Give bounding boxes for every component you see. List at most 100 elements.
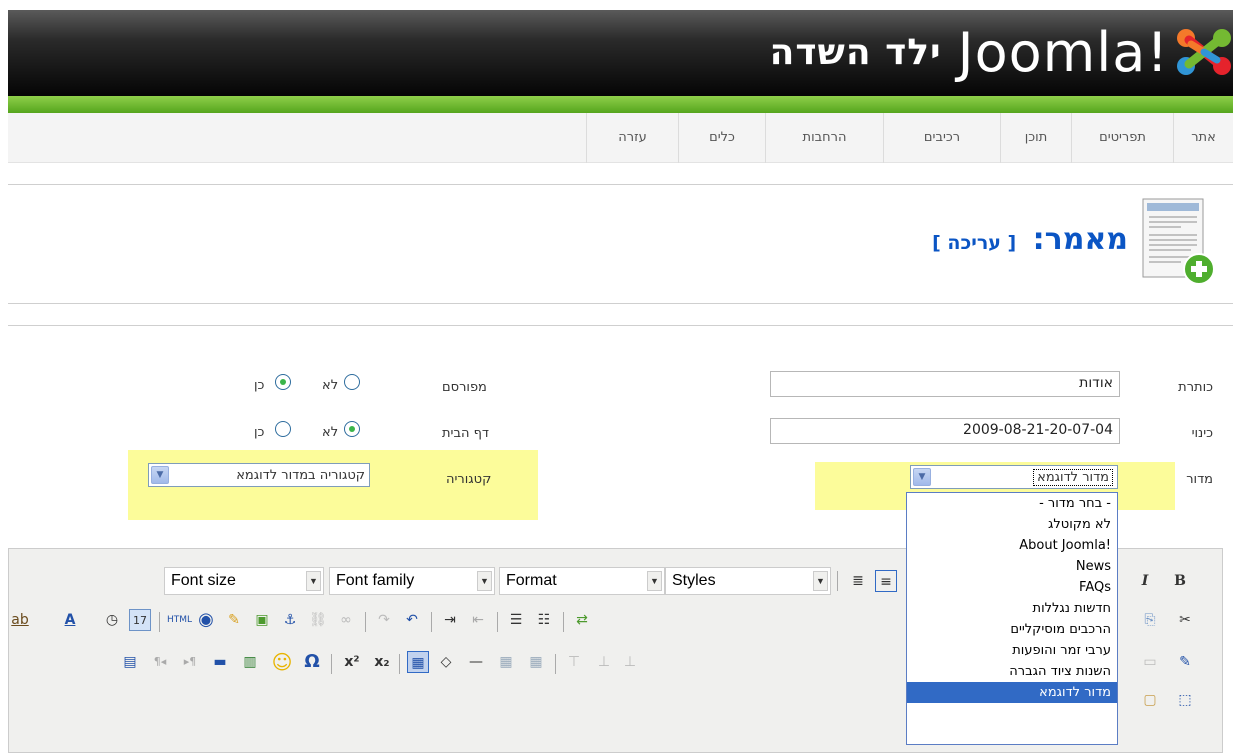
menu-item-content[interactable]: תוכן bbox=[1000, 113, 1071, 163]
category-select[interactable]: קטגוריה במדור לדוגמא ▼ bbox=[148, 463, 370, 487]
link-icon[interactable]: ∞ bbox=[335, 609, 357, 631]
chevron-down-icon[interactable]: ▼ bbox=[913, 468, 931, 486]
cut-icon[interactable]: ✂ bbox=[1174, 609, 1196, 631]
horizontal-rule-icon[interactable]: ▬ bbox=[209, 651, 231, 673]
edit-icon[interactable]: ✎ bbox=[1174, 651, 1196, 673]
font-color-icon[interactable]: A bbox=[59, 609, 81, 631]
indent-icon[interactable]: ⇥ bbox=[439, 609, 461, 631]
format-select[interactable]: Format ▼ bbox=[499, 567, 665, 595]
chevron-down-icon[interactable]: ▼ bbox=[306, 571, 321, 591]
pilcrow-ltr-icon[interactable]: ¶◂ bbox=[149, 651, 171, 673]
published-yes-radio[interactable] bbox=[275, 374, 291, 390]
page-title-text: מאמר: bbox=[1032, 222, 1128, 257]
calendar-icon[interactable]: 17 bbox=[129, 609, 151, 631]
row-props-icon[interactable]: ▦ bbox=[495, 651, 517, 673]
site-logo[interactable]: Joomla! ילד השדה bbox=[770, 16, 1233, 88]
subscript-icon[interactable]: x₂ bbox=[371, 651, 393, 673]
unlink-icon[interactable]: ⛓ bbox=[307, 609, 329, 631]
align-right-icon[interactable]: ≡ bbox=[875, 570, 897, 592]
toolbar-separator bbox=[365, 612, 366, 632]
pilcrow-rtl-icon[interactable]: ▸¶ bbox=[179, 651, 201, 673]
article-add-icon bbox=[1142, 198, 1215, 285]
clock-icon[interactable]: ◷ bbox=[101, 609, 123, 631]
insert-col-icon[interactable]: ⊥ bbox=[593, 651, 615, 673]
frontpage-no-radio[interactable] bbox=[344, 421, 360, 437]
line-icon[interactable]: — bbox=[465, 651, 487, 673]
alias-label: כינוי bbox=[1191, 426, 1213, 441]
section-label: מדור bbox=[1186, 472, 1213, 487]
chevron-down-icon[interactable]: ▼ bbox=[647, 571, 662, 591]
layer-icon[interactable]: ▢ bbox=[1139, 689, 1161, 711]
section-option-selected[interactable]: מדור לדוגמא bbox=[907, 682, 1117, 703]
menu-item-tools[interactable]: כלים bbox=[678, 113, 765, 163]
section-select[interactable]: מדור לדוגמא ▼ bbox=[910, 465, 1118, 489]
highlight-color-icon[interactable]: ab bbox=[9, 609, 31, 631]
menu-item-components[interactable]: רכיבים bbox=[883, 113, 1000, 163]
menu-item-menus[interactable]: תפריטים bbox=[1071, 113, 1173, 163]
italic-icon[interactable]: I bbox=[1134, 570, 1156, 592]
cleanup-icon[interactable]: ✎ bbox=[223, 609, 245, 631]
image-icon[interactable]: ▣ bbox=[251, 609, 273, 631]
merge-cells-icon[interactable]: ▭ bbox=[1139, 651, 1161, 673]
section-option[interactable]: About Joomla! bbox=[907, 535, 1117, 556]
html-source-icon[interactable]: HTML bbox=[167, 609, 192, 631]
replace-icon[interactable]: ⇄ bbox=[571, 609, 593, 631]
font-size-select[interactable]: Font size ▼ bbox=[164, 567, 324, 595]
unordered-list-icon[interactable]: ☷ bbox=[533, 609, 555, 631]
section-option[interactable]: FAQs bbox=[907, 577, 1117, 598]
joomla-wordmark: Joomla! bbox=[957, 20, 1169, 84]
menu-item-help[interactable]: עזרה bbox=[586, 113, 678, 163]
category-select-value: קטגוריה במדור לדוגמא bbox=[236, 467, 365, 483]
frontpage-yes-radio[interactable] bbox=[275, 421, 291, 437]
published-no-radio[interactable] bbox=[344, 374, 360, 390]
menu-item-site[interactable]: אתר bbox=[1173, 113, 1233, 163]
special-char-icon[interactable]: Ω bbox=[301, 651, 323, 673]
chevron-down-icon[interactable]: ▼ bbox=[813, 571, 828, 591]
page-subtitle: [ עריכה ] bbox=[932, 232, 1017, 254]
section-option[interactable]: הרכבים מוסיקליים bbox=[907, 619, 1117, 640]
media-icon[interactable]: ▥ bbox=[239, 651, 261, 673]
toolbar-separator bbox=[331, 654, 332, 674]
section-option[interactable]: לא מקוטלג bbox=[907, 514, 1117, 535]
font-family-select[interactable]: Font family ▼ bbox=[329, 567, 495, 595]
ordered-list-icon[interactable]: ☰ bbox=[505, 609, 527, 631]
eraser-icon[interactable]: ◇ bbox=[435, 651, 457, 673]
undo-icon[interactable]: ↶ bbox=[401, 609, 423, 631]
paste-icon[interactable]: ⎘ bbox=[1139, 609, 1161, 631]
cell-props-icon[interactable]: ▦ bbox=[525, 651, 547, 673]
main-menu: אתר תפריטים תוכן רכיבים הרחבות כלים עזרה bbox=[8, 113, 1233, 163]
section-option[interactable]: - בחר מדור - bbox=[907, 493, 1117, 514]
section-option[interactable]: חדשות נגללות bbox=[907, 598, 1117, 619]
box-select-icon[interactable]: ⬚ bbox=[1174, 689, 1196, 711]
toolbar-separator bbox=[399, 654, 400, 674]
table-icon[interactable]: ▦ bbox=[407, 651, 429, 673]
menu-item-extensions[interactable]: הרחבות bbox=[765, 113, 883, 163]
bold-icon[interactable]: B bbox=[1169, 570, 1191, 592]
section-option[interactable]: News bbox=[907, 556, 1117, 577]
smiley-icon[interactable]: ☺ bbox=[271, 651, 293, 673]
section-select-value: מדור לדוגמא bbox=[1033, 468, 1113, 486]
alias-field[interactable]: 2009-08-21-20-07-04 bbox=[770, 418, 1120, 444]
site-name: ילד השדה bbox=[769, 31, 942, 73]
help-icon[interactable]: ◉ bbox=[195, 609, 217, 631]
table-props-icon[interactable]: ▤ bbox=[119, 651, 141, 673]
joomla-logo-icon bbox=[1177, 29, 1231, 75]
section-option[interactable]: השנות ציוד הגברה bbox=[907, 661, 1117, 682]
redo-icon[interactable]: ↷ bbox=[373, 609, 395, 631]
outdent-icon[interactable]: ⇤ bbox=[467, 609, 489, 631]
section-option[interactable]: ערבי זמר והופעות bbox=[907, 640, 1117, 661]
chevron-down-icon[interactable]: ▼ bbox=[477, 571, 492, 591]
category-label: קטגוריה bbox=[446, 472, 492, 487]
styles-select[interactable]: Styles ▼ bbox=[665, 567, 831, 595]
insert-row-icon[interactable]: ⊤ bbox=[563, 651, 585, 673]
published-no-label: לא bbox=[322, 378, 339, 393]
chevron-down-icon[interactable]: ▼ bbox=[151, 466, 169, 484]
superscript-icon[interactable]: x² bbox=[341, 651, 363, 673]
delete-col-icon[interactable]: ⊥ bbox=[619, 651, 641, 673]
title-field[interactable]: אודות bbox=[770, 371, 1120, 397]
section-dropdown-list[interactable]: - בחר מדור - לא מקוטלג About Joomla! New… bbox=[906, 492, 1118, 745]
toolbar-separator bbox=[837, 571, 838, 591]
align-justify-icon[interactable]: ≣ bbox=[847, 570, 869, 592]
toolbar-separator bbox=[431, 612, 432, 632]
anchor-icon[interactable]: ⚓ bbox=[279, 609, 301, 631]
